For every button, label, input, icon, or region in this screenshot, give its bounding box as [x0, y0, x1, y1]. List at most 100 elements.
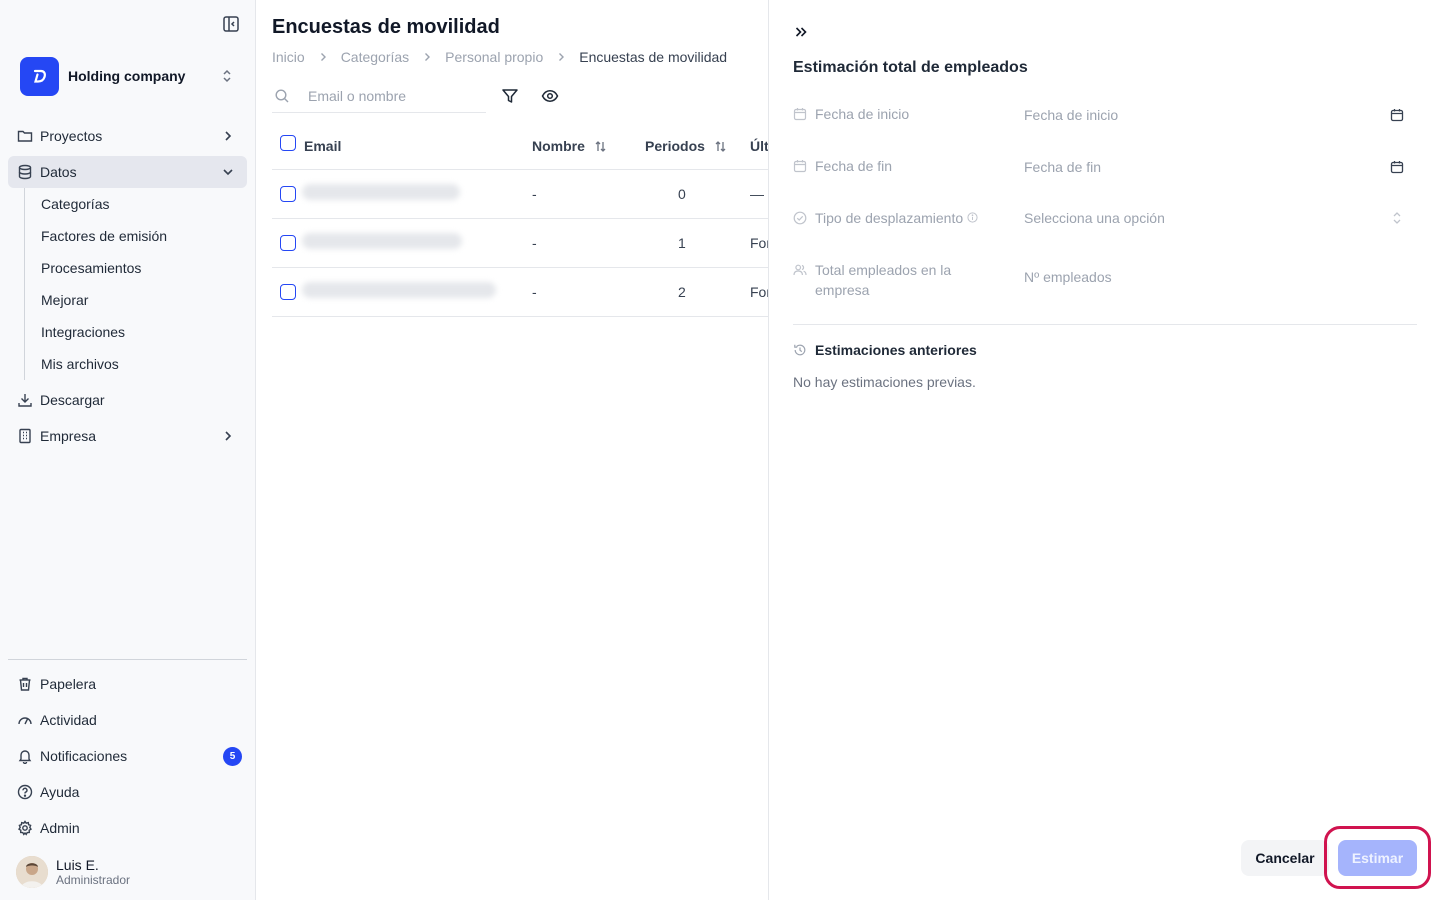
nav-ayuda[interactable]: Ayuda	[8, 776, 247, 808]
eye-icon[interactable]	[541, 87, 559, 105]
chevron-right-icon	[555, 51, 567, 63]
nav-empresa[interactable]: Empresa	[8, 420, 247, 452]
nav-datos-label: Datos	[40, 164, 77, 180]
cell-periodos: 0	[678, 186, 686, 202]
search-input[interactable]	[308, 88, 478, 104]
calendar-icon	[793, 107, 807, 121]
chevrons-right-icon[interactable]	[793, 24, 809, 40]
sidebar: Holding company Proyectos Datos Categorí…	[0, 0, 256, 900]
sort-icon[interactable]	[714, 140, 727, 153]
blurred-email	[302, 282, 496, 298]
sort-icon[interactable]	[594, 140, 607, 153]
company-switcher[interactable]: Holding company	[20, 56, 242, 96]
chevron-right-icon	[421, 51, 433, 63]
subnav-item-mis-archivos[interactable]: Mis archivos	[41, 354, 241, 374]
main-content: Encuestas de movilidad Inicio Categorías…	[256, 0, 768, 900]
cell-ultima: —	[750, 186, 764, 202]
nav-admin[interactable]: Admin	[8, 812, 247, 844]
nav-notificaciones[interactable]: Notificaciones 5	[8, 740, 247, 772]
bell-icon	[17, 748, 33, 764]
company-logo	[20, 56, 59, 96]
nav-datos[interactable]: Datos	[8, 156, 247, 188]
end-date-input[interactable]: Fecha de fin	[1024, 157, 1404, 177]
cell-periodos: 2	[678, 284, 686, 300]
previous-estimations-title: Estimaciones anteriores	[815, 342, 977, 358]
nav-proyectos-label: Proyectos	[40, 128, 103, 144]
nav-papelera[interactable]: Papelera	[8, 668, 247, 700]
end-date-label-text: Fecha de fin	[815, 158, 893, 174]
select-all-checkbox[interactable]	[280, 135, 296, 151]
info-icon[interactable]	[967, 212, 978, 223]
column-ultima: Últ	[750, 138, 768, 154]
commute-type-label: Tipo de desplazamiento	[793, 208, 978, 228]
subnav-item-procesamientos[interactable]: Procesamientos	[41, 258, 241, 278]
company-name: Holding company	[68, 68, 186, 84]
start-date-placeholder: Fecha de inicio	[1024, 107, 1119, 123]
trash-icon	[17, 676, 33, 692]
building-icon	[17, 428, 33, 444]
table-row[interactable]: - 0 —	[272, 170, 768, 219]
help-circle-icon	[17, 784, 33, 800]
column-ultima-label: Últ	[750, 138, 768, 154]
start-date-input[interactable]: Fecha de inicio	[1024, 105, 1404, 125]
blurred-email	[302, 184, 460, 200]
nav-ayuda-label: Ayuda	[40, 784, 80, 800]
row-checkbox[interactable]	[280, 186, 296, 202]
cancel-button[interactable]: Cancelar	[1241, 840, 1329, 876]
commute-type-select[interactable]: Selecciona una opción	[1024, 208, 1404, 228]
chevron-up-down-icon	[220, 69, 234, 83]
start-date-label-text: Fecha de inicio	[815, 106, 910, 122]
nav-papelera-label: Papelera	[40, 676, 97, 692]
subnav-item-factores[interactable]: Factores de emisión	[41, 226, 241, 246]
nav-descargar[interactable]: Descargar	[8, 384, 247, 416]
page-title: Encuestas de movilidad	[272, 16, 500, 38]
nav-actividad[interactable]: Actividad	[8, 704, 247, 736]
table-header: Email Nombre Periodos Últ	[272, 125, 768, 170]
search-box	[272, 80, 486, 113]
previous-estimations-heading: Estimaciones anteriores	[793, 342, 977, 358]
total-employees-input[interactable]: Nº empleados	[1024, 267, 1404, 287]
datos-subnav: Categorías Factores de emisión Procesami…	[24, 188, 167, 380]
total-employees-label-text: Total empleados en la empresa	[815, 262, 952, 298]
column-periodos-label: Periodos	[645, 138, 705, 154]
sidebar-divider	[8, 659, 247, 660]
table-row[interactable]: - 2 For	[272, 268, 768, 317]
subnav-item-categorias[interactable]: Categorías	[41, 194, 241, 214]
nav-notificaciones-label: Notificaciones	[40, 748, 128, 764]
breadcrumb-personal-propio[interactable]: Personal propio	[445, 49, 543, 65]
panel-divider	[793, 324, 1417, 325]
estimate-button-highlight	[1324, 826, 1431, 889]
subnav-item-integraciones[interactable]: Integraciones	[41, 322, 241, 342]
column-nombre[interactable]: Nombre	[532, 138, 607, 154]
breadcrumb: Inicio Categorías Personal propio Encues…	[272, 49, 727, 65]
cell-nombre: -	[532, 284, 537, 300]
total-employees-placeholder: Nº empleados	[1024, 269, 1112, 285]
history-icon	[793, 343, 807, 357]
breadcrumb-current: Encuestas de movilidad	[579, 49, 728, 65]
sidebar-toggle-icon[interactable]	[222, 15, 240, 33]
nav-proyectos[interactable]: Proyectos	[8, 120, 247, 152]
nav-admin-label: Admin	[40, 820, 80, 836]
calendar-icon	[793, 159, 807, 173]
breadcrumb-inicio[interactable]: Inicio	[272, 49, 305, 65]
row-checkbox[interactable]	[280, 284, 296, 300]
gauge-icon	[17, 712, 33, 728]
users-icon	[793, 263, 807, 277]
cell-ultima: For	[750, 284, 768, 300]
breadcrumb-categorias[interactable]: Categorías	[341, 49, 409, 65]
row-checkbox[interactable]	[280, 235, 296, 251]
user-profile[interactable]: Luis E. Administrador	[16, 856, 130, 888]
filter-icon[interactable]	[501, 87, 519, 105]
table-row[interactable]: - 1 For	[272, 219, 768, 268]
previous-estimations-empty: No hay estimaciones previas.	[793, 374, 976, 390]
calendar-icon[interactable]	[1390, 160, 1404, 174]
database-icon	[17, 164, 33, 180]
subnav-item-mejorar[interactable]: Mejorar	[41, 290, 241, 310]
avatar	[16, 856, 48, 888]
gear-icon	[17, 820, 33, 836]
column-periodos[interactable]: Periodos	[645, 138, 727, 154]
calendar-icon[interactable]	[1390, 108, 1404, 122]
folder-icon	[17, 128, 33, 144]
chevron-right-icon	[221, 129, 235, 143]
end-date-label: Fecha de fin	[793, 156, 892, 176]
